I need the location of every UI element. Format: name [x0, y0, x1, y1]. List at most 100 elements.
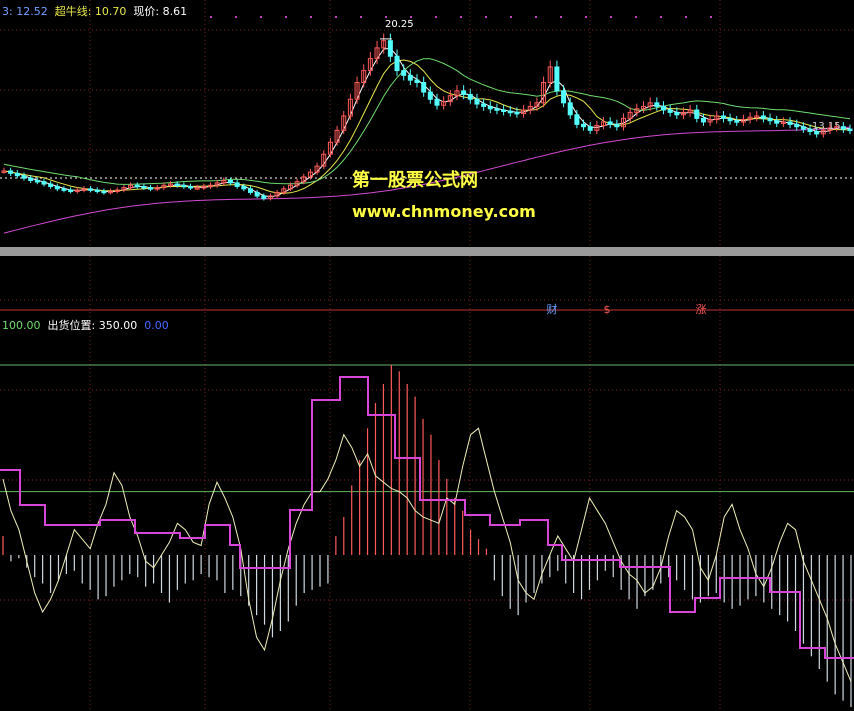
candle-body	[387, 40, 393, 57]
candle-body	[587, 126, 593, 131]
candle-body	[101, 190, 107, 194]
candle-body	[700, 117, 706, 123]
candle-body	[261, 195, 267, 199]
candle-body	[574, 114, 580, 125]
position-step-line	[0, 376, 854, 659]
indicator-header-level: 100.00	[2, 319, 41, 332]
candle-body	[840, 126, 846, 130]
peak-price-label: 20.25	[385, 19, 414, 30]
top-marker-dot	[235, 16, 237, 18]
candle-body	[421, 82, 427, 93]
candle-body	[427, 91, 433, 100]
top-marker-dot	[310, 16, 312, 18]
candle-body	[461, 90, 467, 95]
candle-body	[767, 117, 773, 122]
candle-body	[141, 185, 147, 189]
candle-body	[481, 103, 487, 107]
candle-body	[227, 179, 233, 184]
top-marker-dot	[360, 16, 362, 18]
header-item-1: 3: 12.52	[2, 5, 48, 18]
candle-body	[727, 117, 733, 122]
top-marker-dot	[210, 16, 212, 18]
candle-body	[241, 185, 247, 190]
top-marker-dot	[685, 16, 687, 18]
candle-body	[694, 109, 700, 119]
header-item-current-price: 现价: 8.61	[133, 5, 188, 18]
event-marker-label: $	[604, 303, 611, 316]
candle-body	[494, 108, 500, 111]
top-marker-dot	[435, 16, 437, 18]
candle-body	[774, 120, 780, 124]
top-marker-dot	[560, 16, 562, 18]
candle-body	[28, 177, 34, 181]
candle-body	[68, 189, 74, 193]
candle-body	[21, 175, 27, 179]
candle-body	[41, 181, 47, 185]
top-marker-dot	[285, 16, 287, 18]
candle-body	[561, 90, 567, 104]
candle-body	[760, 115, 766, 119]
top-marker-dot	[660, 16, 662, 18]
candle-body	[487, 105, 493, 110]
top-marker-dot	[485, 16, 487, 18]
candle-body	[148, 187, 154, 190]
candle-body	[554, 66, 560, 92]
candle-body	[61, 188, 67, 191]
candle-body	[134, 184, 140, 188]
candle-body	[88, 188, 94, 191]
candle-body	[394, 55, 400, 72]
candle-body	[48, 183, 54, 187]
chart-canvas[interactable]: 财 $ 涨	[0, 0, 854, 711]
candle-body	[94, 189, 100, 193]
candle-body	[847, 128, 853, 132]
candle-body	[467, 93, 473, 100]
top-marker-dot	[710, 16, 712, 18]
candle-body	[434, 98, 440, 106]
top-marker-dot	[535, 16, 537, 18]
candle-body	[581, 123, 587, 128]
candle-body	[507, 110, 513, 114]
candle-body	[407, 74, 413, 81]
indicator-panel[interactable]	[0, 364, 854, 707]
candle-body	[474, 98, 480, 105]
candle-body	[174, 183, 180, 187]
candle-body	[614, 123, 620, 128]
candle-body	[247, 188, 253, 193]
candle-body	[794, 123, 800, 128]
watermark-url: www.chnmoney.com	[352, 202, 536, 221]
candle-body	[654, 102, 660, 107]
candle-body	[254, 191, 260, 197]
candle-body	[8, 170, 14, 174]
candle-body	[414, 79, 420, 84]
candle-body	[720, 115, 726, 119]
grid-lines	[0, 0, 854, 711]
candle-body	[660, 105, 666, 111]
top-marker-dot	[510, 16, 512, 18]
candle-body	[800, 126, 806, 130]
candle-body	[401, 70, 407, 76]
event-marker-label: 涨	[696, 303, 707, 316]
candle-body	[667, 109, 673, 113]
candle-body	[54, 185, 60, 190]
candle-body	[234, 182, 240, 187]
top-marker-dot	[610, 16, 612, 18]
event-marker-label: 财	[547, 302, 558, 316]
candle-body	[14, 172, 20, 177]
candle-body	[181, 184, 187, 188]
indicator-header-zero: 0.00	[144, 319, 169, 332]
candle-body	[734, 120, 740, 123]
gray-band	[0, 247, 854, 256]
candle-body	[787, 121, 793, 125]
candle-body	[34, 179, 40, 183]
top-marker-dot	[585, 16, 587, 18]
candle-body	[514, 111, 520, 115]
event-markers: 财 $ 涨	[547, 302, 707, 316]
candle-body	[188, 185, 194, 189]
candle-body	[607, 121, 613, 125]
top-marker-dot	[260, 16, 262, 18]
watermark-title: 第一股票公式网	[352, 170, 478, 191]
top-marker-dot	[385, 16, 387, 18]
top-marker-dot	[335, 16, 337, 18]
candle-body	[674, 111, 680, 116]
candlestick-panel[interactable]	[0, 16, 854, 234]
